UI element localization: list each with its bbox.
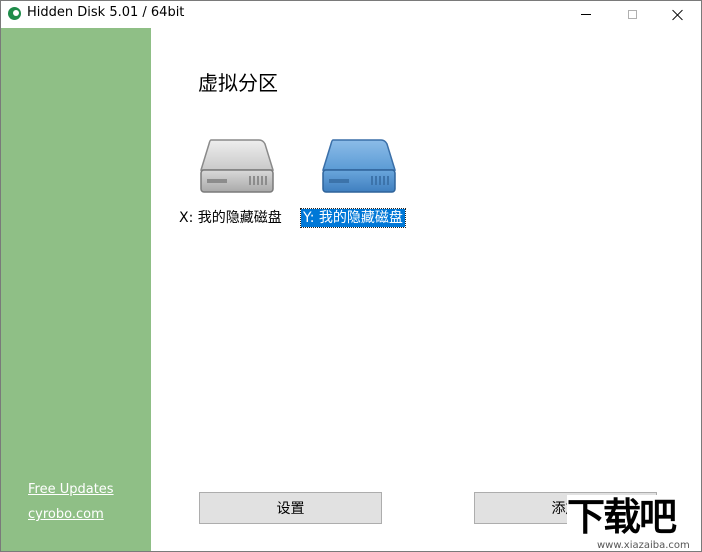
app-window: Hidden Disk 5.01 / 64bit Free Updates cy…	[0, 0, 702, 552]
settings-button[interactable]: 设置	[199, 492, 382, 524]
drive-x-label[interactable]: X: 我的隐藏磁盘	[177, 209, 284, 227]
maximize-button[interactable]	[609, 1, 655, 28]
minimize-button[interactable]	[563, 1, 609, 28]
blue-drive-icon	[321, 139, 397, 193]
minimize-icon	[581, 14, 591, 15]
close-button[interactable]	[655, 1, 701, 28]
free-updates-link[interactable]: Free Updates	[28, 482, 114, 497]
page-title: 虚拟分区	[198, 71, 278, 95]
sidebar: Free Updates cyrobo.com	[1, 28, 151, 551]
website-link[interactable]: cyrobo.com	[28, 507, 104, 522]
title-bar[interactable]: Hidden Disk 5.01 / 64bit	[1, 1, 701, 28]
maximize-icon	[627, 10, 637, 19]
watermark-url: www.xiazaiba.com	[595, 540, 692, 551]
drive-x-item[interactable]	[197, 136, 277, 198]
app-logo-icon	[8, 7, 21, 20]
drive-y-label[interactable]: Y: 我的隐藏磁盘	[300, 208, 406, 228]
watermark-title: 下载吧	[567, 495, 701, 539]
close-icon	[672, 9, 684, 21]
window-title: Hidden Disk 5.01 / 64bit	[27, 5, 185, 20]
watermark-logo: 下载吧 www.xiazaiba.com	[567, 495, 701, 551]
drive-y-item[interactable]	[319, 136, 399, 198]
gray-drive-icon	[199, 139, 275, 193]
